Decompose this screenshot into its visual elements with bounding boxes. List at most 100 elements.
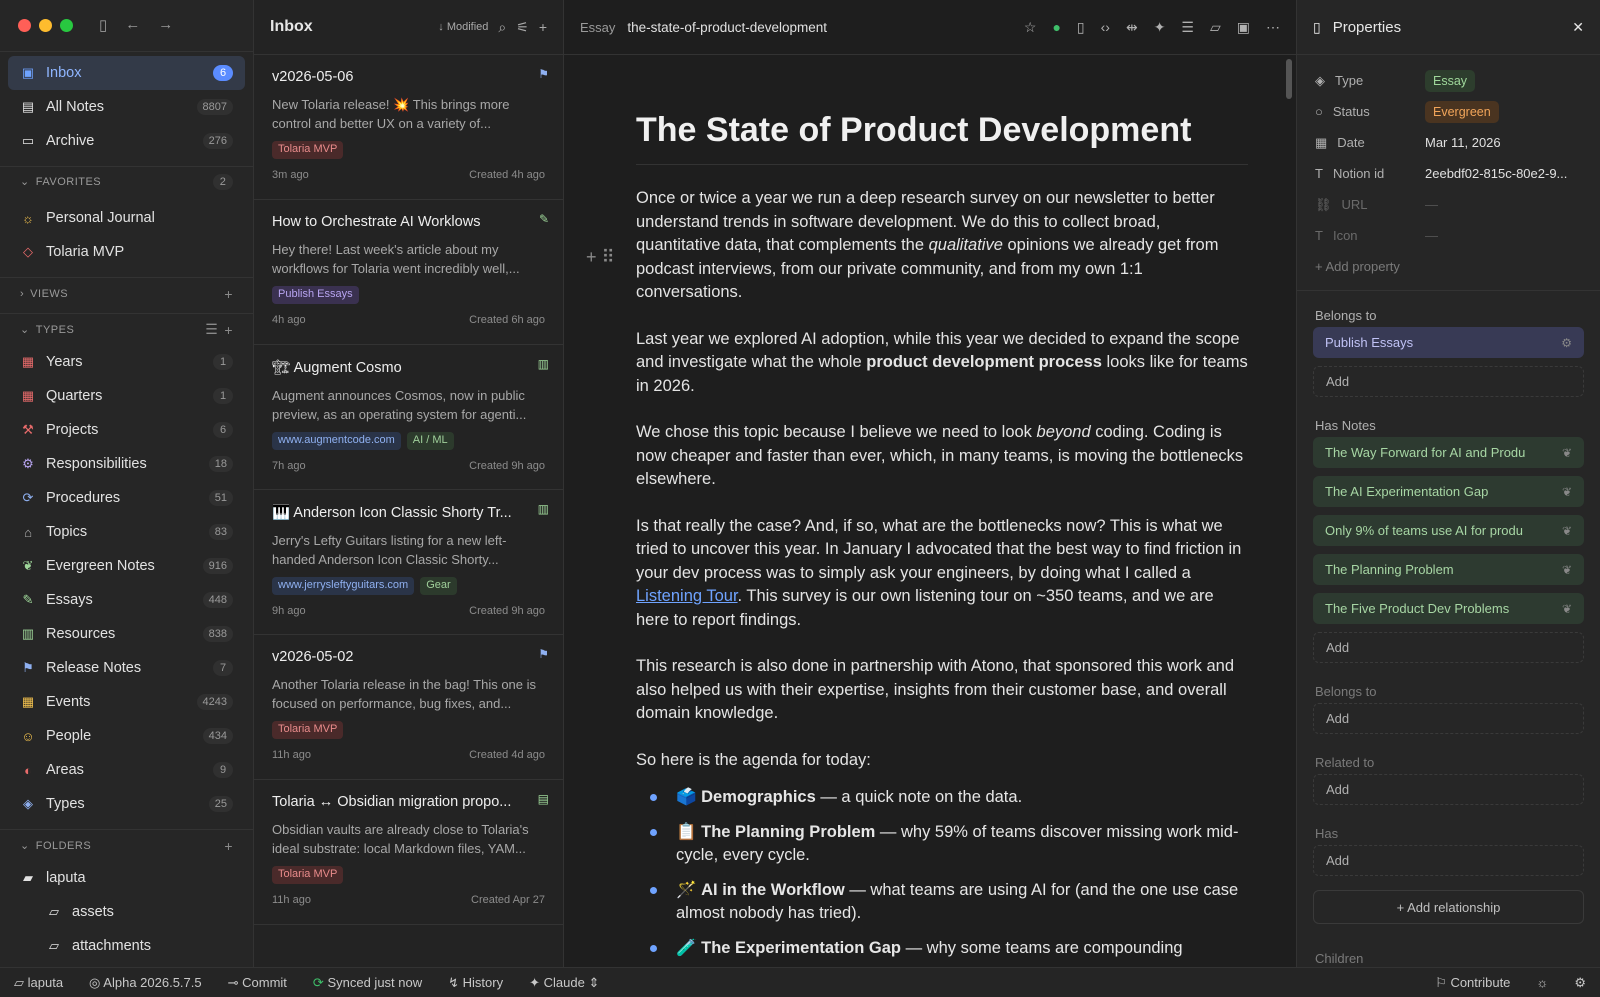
folders-section-header[interactable]: ⌄ FOLDERS + xyxy=(0,829,253,861)
star-icon[interactable]: ☆ xyxy=(1024,19,1037,36)
relation-chip[interactable]: The Way Forward for AI and Produ ❦ xyxy=(1313,437,1584,468)
note-card[interactable]: ⚑ v2026-05-02 Another Tolaria release in… xyxy=(254,635,563,780)
more-icon[interactable]: ⋯ xyxy=(1266,19,1280,36)
type-quarters[interactable]: ▦ Quarters 1 xyxy=(8,379,245,413)
relation-chip[interactable]: Only 9% of teams use AI for produ ❦ xyxy=(1313,515,1584,546)
property-date[interactable]: ▦ Date Mar 11, 2026 xyxy=(1297,127,1600,158)
favorite-tolaria-mvp[interactable]: ◇ Tolaria MVP xyxy=(8,235,245,269)
list-icon[interactable]: ☰ xyxy=(1181,19,1194,36)
type-release-notes[interactable]: ⚑ Release Notes 7 xyxy=(8,651,245,685)
paragraph[interactable]: Once or twice a year we run a deep resea… xyxy=(636,187,1248,305)
history-button[interactable]: ↯ History xyxy=(448,975,503,991)
drag-handle-icon[interactable]: + ⠿ xyxy=(586,247,615,268)
type-events[interactable]: ▦ Events 4243 xyxy=(8,685,245,719)
note-tag[interactable]: Gear xyxy=(420,577,457,595)
close-window-button[interactable] xyxy=(18,18,31,32)
folder-attachments[interactable]: ▱ attachments xyxy=(8,929,245,963)
paragraph[interactable]: Last year we explored AI adoption, while… xyxy=(636,328,1248,399)
note-tag[interactable]: Tolaria MVP xyxy=(272,721,344,739)
note-card[interactable]: ⚑ v2026-05-06 New Tolaria release! 💥 Thi… xyxy=(254,55,563,200)
property-url[interactable]: ⛓ URL — xyxy=(1297,189,1600,220)
split-icon[interactable]: ⇹ xyxy=(1126,19,1138,36)
sidebar-item-archive[interactable]: ▭ Archive 276 xyxy=(8,124,245,158)
back-arrow-icon[interactable]: ← xyxy=(125,16,140,34)
list-item[interactable]: 🗳️ Demographics — a quick note on the da… xyxy=(636,786,1248,810)
add-belongs-to[interactable]: Add xyxy=(1313,703,1584,734)
document-body[interactable]: + ⠿ The State of Product Development Onc… xyxy=(564,55,1296,967)
paragraph[interactable]: So here is the agenda for today: xyxy=(636,749,1248,773)
add-folder-icon[interactable]: + xyxy=(224,838,233,854)
maximize-window-button[interactable] xyxy=(60,18,73,32)
relation-chip[interactable]: Publish Essays ⚙ xyxy=(1313,327,1584,358)
paragraph[interactable]: This research is also done in partnershi… xyxy=(636,655,1248,726)
note-tag[interactable]: Tolaria MVP xyxy=(272,866,344,884)
note-card[interactable]: ▤ Tolaria ↔ Obsidian migration propo... … xyxy=(254,780,563,925)
paragraph[interactable]: Is that really the case? And, if so, wha… xyxy=(636,515,1248,633)
add-has-notes[interactable]: Add xyxy=(1313,632,1584,663)
paragraph[interactable]: We chose this topic because I believe we… xyxy=(636,421,1248,492)
sort-button[interactable]: ↓ Modified xyxy=(438,21,488,33)
property-value[interactable]: Mar 11, 2026 xyxy=(1425,135,1582,150)
favorites-section-header[interactable]: ⌄ FAVORITES 2 xyxy=(0,165,253,198)
note-card[interactable]: ✎ How to Orchestrate AI Worklows Hey the… xyxy=(254,200,563,345)
breadcrumb-type[interactable]: Essay xyxy=(580,20,615,35)
theme-toggle-icon[interactable]: ☼ xyxy=(1536,975,1548,990)
add-view-icon[interactable]: + xyxy=(224,286,233,302)
filter-icon[interactable]: ⚟ xyxy=(516,19,529,36)
views-section-header[interactable]: › VIEWS + xyxy=(0,277,253,309)
property-value[interactable]: — xyxy=(1425,197,1582,212)
list-item[interactable]: 🧪 The Experimentation Gap — why some tea… xyxy=(636,937,1248,961)
note-tag[interactable]: www.jerrysleftyguitars.com xyxy=(272,577,415,595)
note-tag[interactable]: Publish Essays xyxy=(272,286,359,304)
property-status[interactable]: ○ Status Evergreen xyxy=(1297,96,1600,127)
type-types[interactable]: ◈ Types 25 xyxy=(8,787,245,821)
scrollbar[interactable] xyxy=(1286,59,1292,99)
commit-button[interactable]: ⊸ Commit xyxy=(228,975,287,991)
folder-assets[interactable]: ▱ assets xyxy=(8,895,245,929)
ai-selector[interactable]: ✦ Claude ⇕ xyxy=(529,975,599,991)
property-type[interactable]: ◈ Type Essay xyxy=(1297,65,1600,96)
relation-chip[interactable]: The AI Experimentation Gap ❦ xyxy=(1313,476,1584,507)
relation-chip[interactable]: The Planning Problem ❦ xyxy=(1313,554,1584,585)
code-icon[interactable]: ‹› xyxy=(1101,19,1110,36)
minimize-window-button[interactable] xyxy=(39,18,52,32)
type-years[interactable]: ▦ Years 1 xyxy=(8,345,245,379)
type-people[interactable]: ☺ People 434 xyxy=(8,719,245,753)
check-circle-icon[interactable]: ● xyxy=(1052,19,1060,36)
status-badge[interactable]: Evergreen xyxy=(1425,100,1499,123)
types-section-header[interactable]: ⌄ TYPES ☰ + xyxy=(0,313,253,345)
property-icon[interactable]: T Icon — xyxy=(1297,220,1600,251)
property-notion-id[interactable]: T Notion id 2eebdf02-815c-80e2-9... xyxy=(1297,158,1600,189)
list-item[interactable]: 📋 The Planning Problem — why 59% of team… xyxy=(636,821,1248,868)
add-has[interactable]: Add xyxy=(1313,845,1584,876)
contribute-button[interactable]: ⚐ Contribute xyxy=(1435,975,1510,991)
document-title[interactable]: The State of Product Development xyxy=(636,111,1248,165)
add-belongs-to[interactable]: Add xyxy=(1313,366,1584,397)
note-tag[interactable]: Tolaria MVP xyxy=(272,141,344,159)
type-projects[interactable]: ⚒ Projects 6 xyxy=(8,413,245,447)
customize-types-icon[interactable]: ☰ xyxy=(205,321,218,338)
property-value[interactable]: — xyxy=(1425,228,1582,243)
vault-button[interactable]: ▱ laputa xyxy=(14,975,63,991)
version-badge[interactable]: ◎ Alpha 2026.5.7.5 xyxy=(89,975,202,991)
type-select[interactable]: Essay xyxy=(1425,69,1476,92)
list-item[interactable]: 🪄 AI in the Workflow — what teams are us… xyxy=(636,879,1248,926)
relation-chip[interactable]: The Five Product Dev Problems ❦ xyxy=(1313,593,1584,624)
clipboard-icon[interactable]: ▣ xyxy=(1237,19,1250,36)
add-related-to[interactable]: Add xyxy=(1313,774,1584,805)
sidebar-item-all-notes[interactable]: ▤ All Notes 8807 xyxy=(8,90,245,124)
type-resources[interactable]: ▥ Resources 838 xyxy=(8,617,245,651)
note-card[interactable]: ▥ 🎹 Anderson Icon Classic Shorty Tr... J… xyxy=(254,490,563,635)
note-tag[interactable]: www.augmentcode.com xyxy=(272,432,401,450)
add-type-icon[interactable]: + xyxy=(224,322,233,338)
settings-gear-icon[interactable]: ⚙ xyxy=(1574,975,1586,991)
favorite-personal-journal[interactable]: ☼ Personal Journal xyxy=(8,201,245,235)
note-card[interactable]: ▥ 🏗 Augment Cosmo Augment announces Cosm… xyxy=(254,345,563,490)
type-topics[interactable]: ⌂ Topics 83 xyxy=(8,515,245,549)
folder-laputa[interactable]: ▰ laputa xyxy=(8,861,245,895)
type-procedures[interactable]: ⟳ Procedures 51 xyxy=(8,481,245,515)
sidebar-item-inbox[interactable]: ▣ Inbox 6 xyxy=(8,55,245,90)
add-relationship-button[interactable]: + Add relationship xyxy=(1313,890,1584,924)
close-icon[interactable]: ✕ xyxy=(1572,19,1584,36)
type-essays[interactable]: ✎ Essays 448 xyxy=(8,583,245,617)
